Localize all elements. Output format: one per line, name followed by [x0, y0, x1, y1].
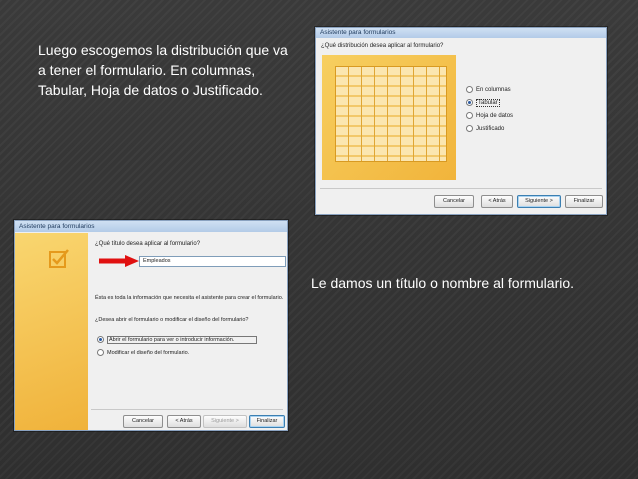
layout-option-hoja-de-datos[interactable]: Hoja de datos: [466, 110, 576, 123]
layout-button-divider: [320, 188, 602, 189]
layout-option-label: En columnas: [476, 87, 511, 93]
radio-justificado-icon[interactable]: [466, 124, 473, 132]
title-wizard-titlebar: Asistente para formularios: [15, 221, 287, 232]
layout-wizard-title: Asistente para formularios: [320, 29, 396, 36]
layout-option-en-columnas[interactable]: En columnas: [466, 84, 576, 97]
title-wizard-window: Asistente para formularios ¿Qué título d…: [14, 220, 288, 431]
form-title-input[interactable]: Empleados: [139, 256, 286, 267]
open-option-design[interactable]: Modificar el diseño del formulario.: [97, 348, 189, 358]
layout-back-button[interactable]: < Atrás: [481, 195, 513, 208]
layout-option-tabular[interactable]: Tabular: [466, 97, 576, 110]
layout-wizard-window: Asistente para formularios ¿Qué distribu…: [315, 27, 607, 215]
layout-preview-table: [335, 66, 447, 162]
layout-options: En columnas Tabular Hoja de datos Justif…: [466, 84, 576, 136]
layout-option-label: Hoja de datos: [476, 113, 514, 119]
layout-cancel-button[interactable]: Cancelar: [434, 195, 474, 208]
radio-hoja-de-datos-icon[interactable]: [466, 111, 473, 119]
title-question: ¿Qué título desea aplicar al formulario?: [95, 241, 201, 247]
open-option-label: Modificar el diseño del formulario.: [107, 350, 190, 356]
title-cancel-button[interactable]: Cancelar: [123, 415, 163, 428]
layout-question: ¿Qué distribución desea aplicar al formu…: [321, 43, 444, 49]
layout-option-label: Justificado: [476, 126, 505, 132]
radio-tabular-icon[interactable]: [466, 98, 473, 106]
title-button-divider: [91, 409, 283, 410]
checkbox-icon: [49, 249, 69, 268]
radio-en-columnas-icon[interactable]: [466, 85, 473, 93]
title-next-button[interactable]: Siguiente >: [203, 415, 247, 428]
layout-finish-button[interactable]: Finalizar: [565, 195, 603, 208]
red-arrow-icon: [99, 255, 139, 267]
open-question: ¿Desea abrir el formulario o modificar e…: [95, 317, 249, 323]
info-text: Ésta es toda la información que necesita…: [95, 295, 284, 301]
title-finish-button[interactable]: Finalizar: [249, 415, 285, 428]
layout-option-justificado[interactable]: Justificado: [466, 123, 576, 136]
layout-wizard-titlebar: Asistente para formularios: [316, 28, 606, 38]
title-caption: Le damos un título o nombre al formulari…: [311, 275, 575, 291]
title-wizard-title: Asistente para formularios: [19, 223, 95, 230]
layout-caption: Luego escogemos la distribución que va a…: [38, 42, 288, 98]
layout-next-button[interactable]: Siguiente >: [517, 195, 561, 208]
form-title-value: Empleados: [143, 258, 171, 264]
title-back-button[interactable]: < Atrás: [167, 415, 201, 428]
layout-option-label: Tabular: [476, 99, 500, 107]
radio-modify-design-icon[interactable]: [97, 349, 104, 357]
radio-open-form-icon[interactable]: [97, 336, 104, 344]
layout-preview: [322, 55, 456, 180]
open-option-label: Abrir el formulario para ver o introduci…: [107, 336, 258, 344]
title-wizard-banner: [15, 233, 88, 430]
open-option-view[interactable]: Abrir el formulario para ver o introduci…: [97, 335, 258, 345]
